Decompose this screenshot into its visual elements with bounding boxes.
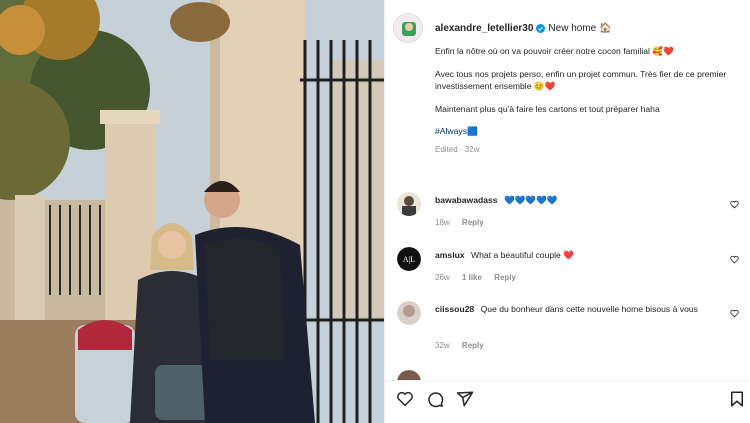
post-details-panel: alexandre_letellier30 New home 🏠 Enfin l… [384, 0, 750, 423]
heart-icon[interactable] [396, 390, 414, 408]
post-photo[interactable] [0, 0, 384, 423]
instagram-post-view: alexandre_letellier30 New home 🏠 Enfin l… [0, 0, 750, 423]
post-caption: Enfin la nôtre où on va pouvoir créer no… [435, 45, 740, 156]
comment-username[interactable]: bawabawadass [435, 195, 498, 205]
bookmark-icon[interactable] [728, 390, 746, 408]
comment-text: Que du bonheur dans cette nouvelle home … [480, 304, 698, 314]
comment-text-row: bawabawadass 💙💙💙💙💙 [435, 194, 725, 206]
post-header: alexandre_letellier30 New home 🏠 [393, 13, 611, 43]
commenter-avatar[interactable] [397, 192, 421, 216]
share-icon[interactable] [456, 390, 474, 408]
reply-button[interactable]: Reply [494, 273, 516, 282]
comment-icon[interactable] [426, 390, 444, 408]
reply-button[interactable]: Reply [462, 218, 484, 227]
caption-line: Enfin la nôtre où on va pouvoir créer no… [435, 46, 674, 56]
comment-username[interactable]: amslux [435, 250, 465, 260]
heart-icon[interactable] [730, 255, 739, 264]
post-photo-illustration [0, 0, 384, 423]
comment-likes[interactable]: 1 like [462, 273, 482, 282]
post-action-bar [385, 380, 750, 423]
comment-time: 18w [435, 218, 450, 227]
hashtag-link[interactable]: #Always🟦 [435, 125, 740, 138]
commenter-avatar-logo: A|L [403, 255, 415, 264]
comment-time: 26w [435, 273, 450, 282]
verified-icon [536, 23, 546, 33]
comment-time: 32w [435, 341, 450, 350]
heart-icon[interactable] [730, 309, 739, 318]
caption-line: Maintenant plus qu'à faire les cartons e… [435, 103, 660, 114]
comment-text-row: amslux What a beautiful couple ❤️ [435, 249, 725, 261]
post-meta: Edited · 32w [435, 144, 480, 154]
reply-button[interactable]: Reply [462, 341, 484, 350]
post-header-tag: New home 🏠 [548, 22, 612, 34]
comment-subrow: 18w Reply [435, 218, 494, 227]
comment-text: What a beautiful couple ❤️ [471, 250, 574, 260]
author-avatar[interactable] [393, 13, 423, 43]
commenter-avatar[interactable] [397, 301, 421, 325]
commenter-avatar[interactable]: A|L [397, 247, 421, 271]
comment-subrow: 32w Reply [435, 341, 494, 350]
author-username[interactable]: alexandre_letellier30 [435, 23, 533, 34]
comment-username[interactable]: ciissou28 [435, 304, 474, 314]
heart-icon[interactable] [730, 200, 739, 209]
comment-text: 💙💙💙💙💙 [503, 195, 558, 205]
comment-subrow: 26w 1 like Reply [435, 273, 526, 282]
caption-line: Avec tous nos projets perso, enfin un pr… [435, 68, 727, 92]
comment-text-row: ciissou28 Que du bonheur dans cette nouv… [435, 303, 725, 315]
